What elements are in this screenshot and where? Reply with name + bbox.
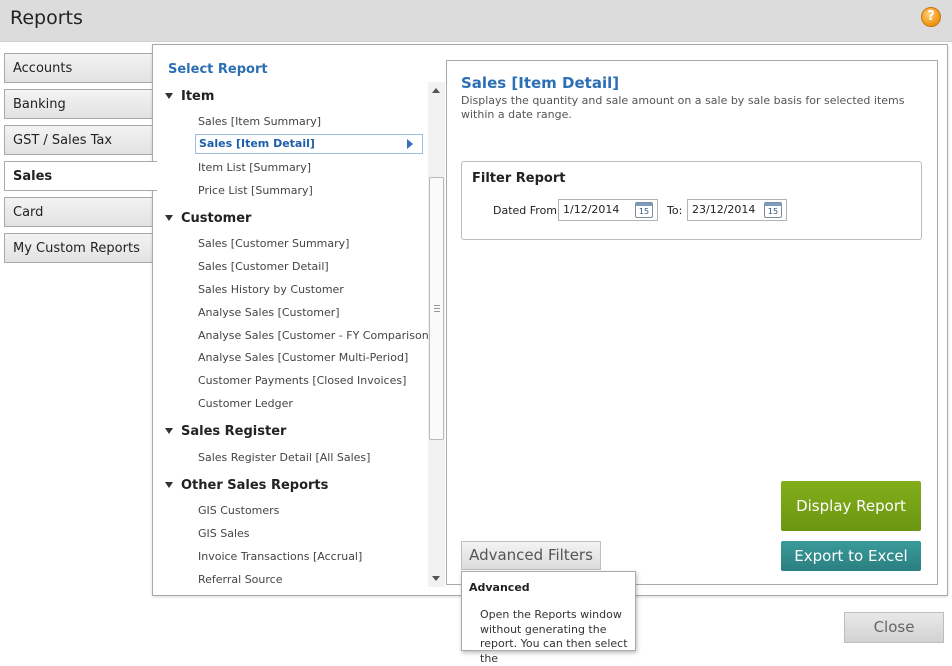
advanced-filters-button[interactable]: Advanced Filters	[461, 541, 601, 570]
caret-down-icon	[165, 427, 173, 434]
tab-card[interactable]: Card	[4, 197, 156, 227]
tab-my-custom-reports[interactable]: My Custom Reports	[4, 233, 156, 263]
grip-icon	[434, 305, 440, 312]
filter-report-title: Filter Report	[472, 171, 566, 186]
tooltip-body: Open the Reports window without generati…	[480, 608, 628, 665]
to-date-field[interactable]: 23/12/2014 15	[687, 199, 787, 221]
report-item-sales-item-detail[interactable]: Sales [Item Detail]	[195, 134, 423, 154]
filter-report-box: Filter Report Dated From: 1/12/2014 15 T…	[461, 161, 922, 240]
report-item-analyse-sales-fy-comparison[interactable]: Analyse Sales [Customer - FY Comparison]	[198, 329, 429, 342]
report-item-customer-payments[interactable]: Customer Payments [Closed Invoices]	[198, 374, 406, 387]
select-report-heading: Select Report	[168, 62, 268, 77]
report-item-gis-customers[interactable]: GIS Customers	[198, 504, 279, 517]
report-item-referral-source[interactable]: Referral Source	[198, 573, 282, 586]
calendar-icon[interactable]: 15	[635, 202, 653, 218]
help-icon[interactable]: ?	[921, 7, 941, 27]
dated-from-field[interactable]: 1/12/2014 15	[558, 199, 658, 221]
report-item-analyse-sales-customer[interactable]: Analyse Sales [Customer]	[198, 306, 340, 319]
tab-sales[interactable]: Sales	[4, 161, 157, 191]
caret-down-icon	[165, 214, 173, 221]
title-bar: Reports ?	[0, 0, 952, 42]
close-button[interactable]: Close	[844, 612, 944, 643]
tree-scrollbar[interactable]	[428, 82, 445, 587]
report-item-sales-item-summary[interactable]: Sales [Item Summary]	[198, 115, 321, 128]
scroll-thumb[interactable]	[429, 177, 444, 440]
caret-down-icon	[165, 481, 173, 488]
group-sales-register[interactable]: Sales Register	[165, 424, 286, 439]
reports-panel: Select Report Item Sales [Item Summary] …	[152, 44, 948, 596]
scroll-down-icon[interactable]	[432, 576, 440, 581]
report-item-sales-customer-detail[interactable]: Sales [Customer Detail]	[198, 260, 329, 273]
report-description: Displays the quantity and sale amount on…	[461, 94, 905, 121]
advanced-tooltip: Advanced Open the Reports window without…	[461, 571, 636, 665]
chevron-right-icon	[407, 139, 413, 149]
calendar-icon[interactable]: 15	[764, 202, 782, 218]
group-other-sales-reports[interactable]: Other Sales Reports	[165, 478, 328, 493]
scroll-up-icon[interactable]	[432, 88, 440, 93]
tooltip-title: Advanced	[469, 581, 530, 594]
report-item-sales-customer-summary[interactable]: Sales [Customer Summary]	[198, 237, 349, 250]
window-title: Reports	[10, 7, 83, 29]
report-item-item-list-summary[interactable]: Item List [Summary]	[198, 161, 311, 174]
tab-gst-sales-tax[interactable]: GST / Sales Tax	[4, 125, 156, 155]
report-item-gis-sales[interactable]: GIS Sales	[198, 527, 250, 540]
export-to-excel-button[interactable]: Export to Excel	[781, 541, 921, 571]
report-item-sales-register-detail[interactable]: Sales Register Detail [All Sales]	[198, 451, 370, 464]
report-detail-pane: Sales [Item Detail] Displays the quantit…	[446, 60, 938, 585]
caret-down-icon	[165, 92, 173, 99]
report-item-analyse-sales-multi-period[interactable]: Analyse Sales [Customer Multi-Period]	[198, 351, 408, 364]
report-title: Sales [Item Detail]	[461, 74, 620, 92]
group-customer[interactable]: Customer	[165, 211, 251, 226]
report-item-invoice-transactions[interactable]: Invoice Transactions [Accrual]	[198, 550, 362, 563]
tab-banking[interactable]: Banking	[4, 89, 156, 119]
report-tree: Item Sales [Item Summary] Sales [Item De…	[153, 82, 429, 592]
group-item[interactable]: Item	[165, 89, 214, 104]
to-label: To:	[667, 204, 683, 217]
display-report-button[interactable]: Display Report	[781, 481, 921, 531]
report-item-price-list-summary[interactable]: Price List [Summary]	[198, 184, 313, 197]
tab-accounts[interactable]: Accounts	[4, 53, 156, 83]
report-item-sales-history-by-customer[interactable]: Sales History by Customer	[198, 283, 344, 296]
dated-from-label: Dated From:	[493, 204, 561, 217]
report-item-customer-ledger[interactable]: Customer Ledger	[198, 397, 293, 410]
